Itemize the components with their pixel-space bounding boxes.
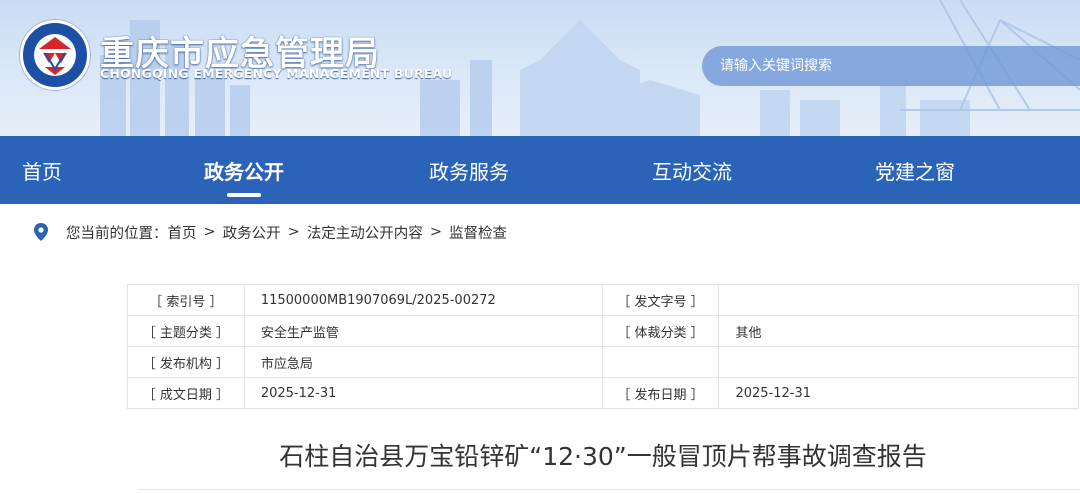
- meta-value-publish-date: 2025-12-31: [718, 377, 1079, 409]
- nav-item-services[interactable]: 政务服务: [404, 136, 534, 204]
- meta-key-topic: ［ 主题分类 ］: [127, 315, 245, 347]
- nav-item-party-building[interactable]: 党建之窗: [850, 136, 980, 204]
- site-header: 重庆市应急管理局 CHONGQING EMERGENCY MANAGEMENT …: [0, 0, 1080, 136]
- document-title: 石柱自治县万宝铅锌矿“12·30”一般冒顶片帮事故调查报告: [279, 442, 927, 471]
- nav-item-label: 政务服务: [429, 159, 509, 184]
- title-divider: [138, 489, 1080, 490]
- nav-item-interaction[interactable]: 互动交流: [534, 136, 850, 204]
- nav-item-home[interactable]: 首页: [0, 136, 84, 204]
- table-row: ［ 成文日期 ］ 2025-12-31 ［ 发布日期 ］ 2025-12-31: [127, 377, 1079, 409]
- site-subtitle: CHONGQING EMERGENCY MANAGEMENT BUREAU: [100, 66, 453, 81]
- meta-key-empty: [601, 346, 720, 378]
- breadcrumb-link-statutory-disclosure[interactable]: 法定主动公开内容: [307, 222, 423, 243]
- table-row: ［ 主题分类 ］ 安全生产监管 ［ 体裁分类 ］ 其他: [127, 315, 1079, 347]
- nav-item-label: 首页: [22, 159, 62, 184]
- meta-value-index: 11500000MB1907069L/2025-00272: [243, 284, 603, 316]
- meta-key-written-date: ［ 成文日期 ］: [127, 377, 245, 409]
- meta-value-genre: 其他: [718, 315, 1079, 347]
- location-pin-icon: [34, 223, 48, 241]
- nav-item-label: 党建之窗: [875, 159, 955, 184]
- search-box[interactable]: [702, 46, 1080, 86]
- active-tab-indicator: [227, 193, 261, 197]
- breadcrumb-link-home[interactable]: 首页: [168, 222, 197, 243]
- nav-item-label: 政务公开: [204, 159, 284, 184]
- breadcrumb-prefix: 您当前的位置：: [66, 225, 168, 242]
- breadcrumb-link-government-affairs[interactable]: 政务公开: [223, 222, 281, 243]
- meta-value-topic: 安全生产监管: [243, 315, 603, 347]
- breadcrumb-link-supervision[interactable]: 监督检查: [449, 222, 507, 243]
- meta-key-genre: ［ 体裁分类 ］: [601, 315, 720, 347]
- main-nav: 首页 政务公开 政务服务 互动交流 党建之窗: [0, 136, 1080, 204]
- meta-key-publisher: ［ 发布机构 ］: [127, 346, 245, 378]
- meta-value-doc-number: [718, 284, 1079, 316]
- emergency-badge-icon[interactable]: [20, 20, 90, 90]
- document-meta-table: ［ 索引号 ］ 11500000MB1907069L/2025-00272 ［ …: [127, 284, 1079, 409]
- breadcrumb: 您当前的位置： 首页 > 政务公开 > 法定主动公开内容 > 监督检查: [34, 220, 507, 244]
- meta-key-doc-number: ［ 发文字号 ］: [601, 284, 720, 316]
- breadcrumb-separator: >: [429, 224, 442, 240]
- meta-key-publish-date: ［ 发布日期 ］: [601, 377, 720, 409]
- nav-item-label: 互动交流: [652, 159, 732, 184]
- nav-item-government-affairs[interactable]: 政务公开: [84, 136, 404, 204]
- breadcrumb-separator: >: [203, 224, 216, 240]
- breadcrumb-separator: >: [287, 224, 300, 240]
- search-input[interactable]: [720, 58, 1060, 74]
- meta-key-index: ［ 索引号 ］: [127, 284, 245, 316]
- table-row: ［ 索引号 ］ 11500000MB1907069L/2025-00272 ［ …: [127, 284, 1079, 316]
- meta-value-publisher: 市应急局: [243, 346, 603, 378]
- table-row: ［ 发布机构 ］ 市应急局: [127, 346, 1079, 378]
- meta-value-written-date: 2025-12-31: [243, 377, 603, 409]
- emergency-badge-icon-graphic: [25, 25, 85, 85]
- meta-value-empty: [718, 346, 1079, 378]
